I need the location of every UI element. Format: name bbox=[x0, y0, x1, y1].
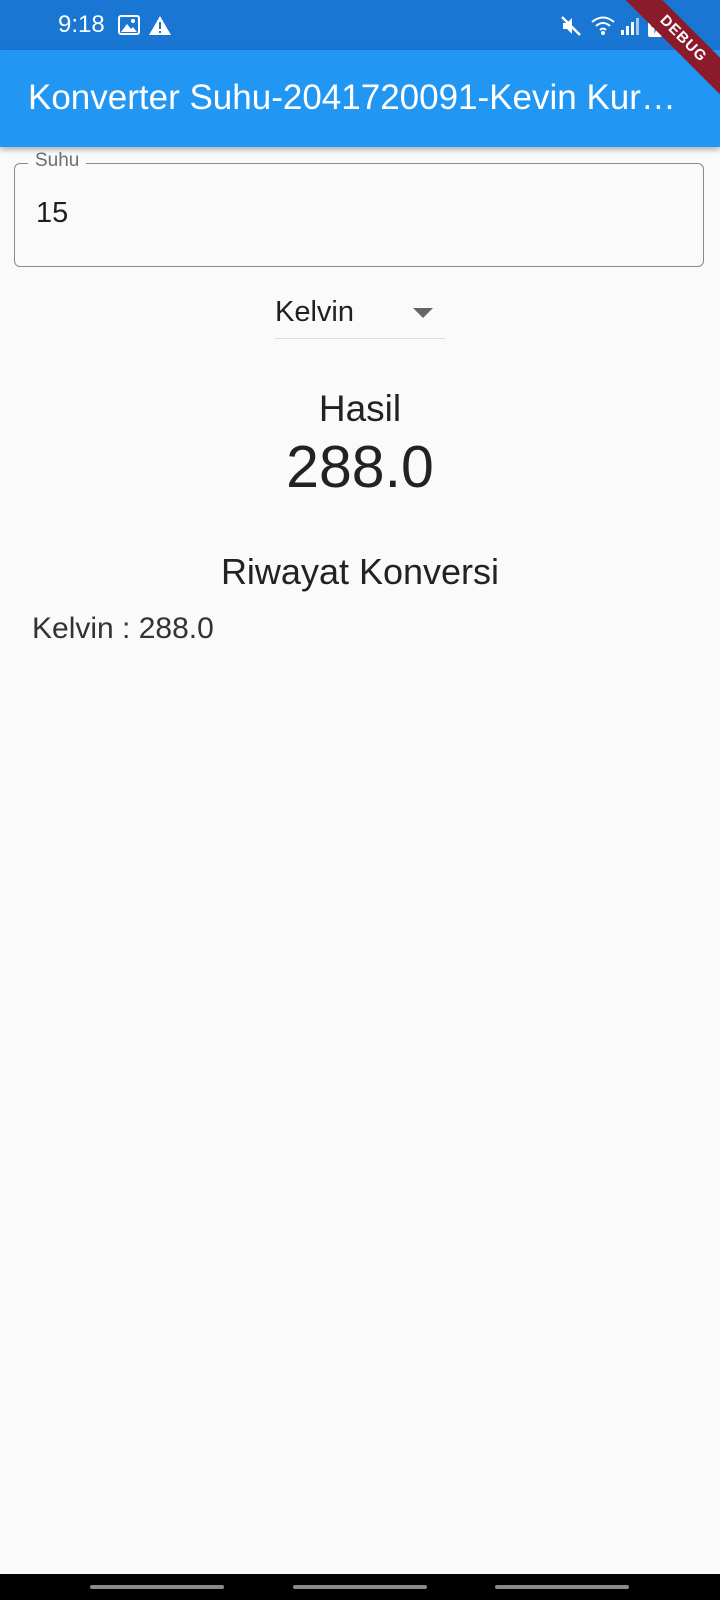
unit-dropdown-value: Kelvin bbox=[275, 296, 354, 328]
nav-recent-apps-button[interactable] bbox=[90, 1585, 224, 1589]
nav-home-button[interactable] bbox=[293, 1585, 427, 1589]
app-bar: Konverter Suhu-2041720091-Kevin Kurniawa… bbox=[0, 50, 720, 147]
history-list: Kelvin : 288.0 bbox=[32, 610, 692, 648]
history-title: Riwayat Konversi bbox=[220, 551, 500, 592]
app-title: Konverter Suhu-2041720091-Kevin Kurniawa… bbox=[28, 78, 688, 117]
alert-icon bbox=[148, 15, 172, 41]
suhu-field-label: Suhu bbox=[28, 149, 87, 173]
chevron-down-icon bbox=[413, 308, 433, 318]
status-time: 9:18 bbox=[58, 11, 105, 38]
unit-dropdown[interactable]: Kelvin bbox=[275, 287, 445, 339]
status-bar: 9:18 bbox=[0, 0, 720, 50]
result-value: 288.0 bbox=[286, 434, 434, 500]
suhu-input-field[interactable] bbox=[14, 163, 704, 267]
history-item: Kelvin : 288.0 bbox=[32, 612, 214, 645]
image-icon bbox=[118, 15, 140, 40]
navigation-bar bbox=[0, 1574, 720, 1600]
signal-icon bbox=[620, 16, 640, 41]
nav-back-button[interactable] bbox=[495, 1585, 629, 1589]
wifi-icon bbox=[590, 14, 616, 41]
suhu-input[interactable]: 15 bbox=[36, 195, 68, 231]
result-label: Hasil bbox=[318, 388, 402, 429]
mute-icon bbox=[560, 15, 582, 42]
